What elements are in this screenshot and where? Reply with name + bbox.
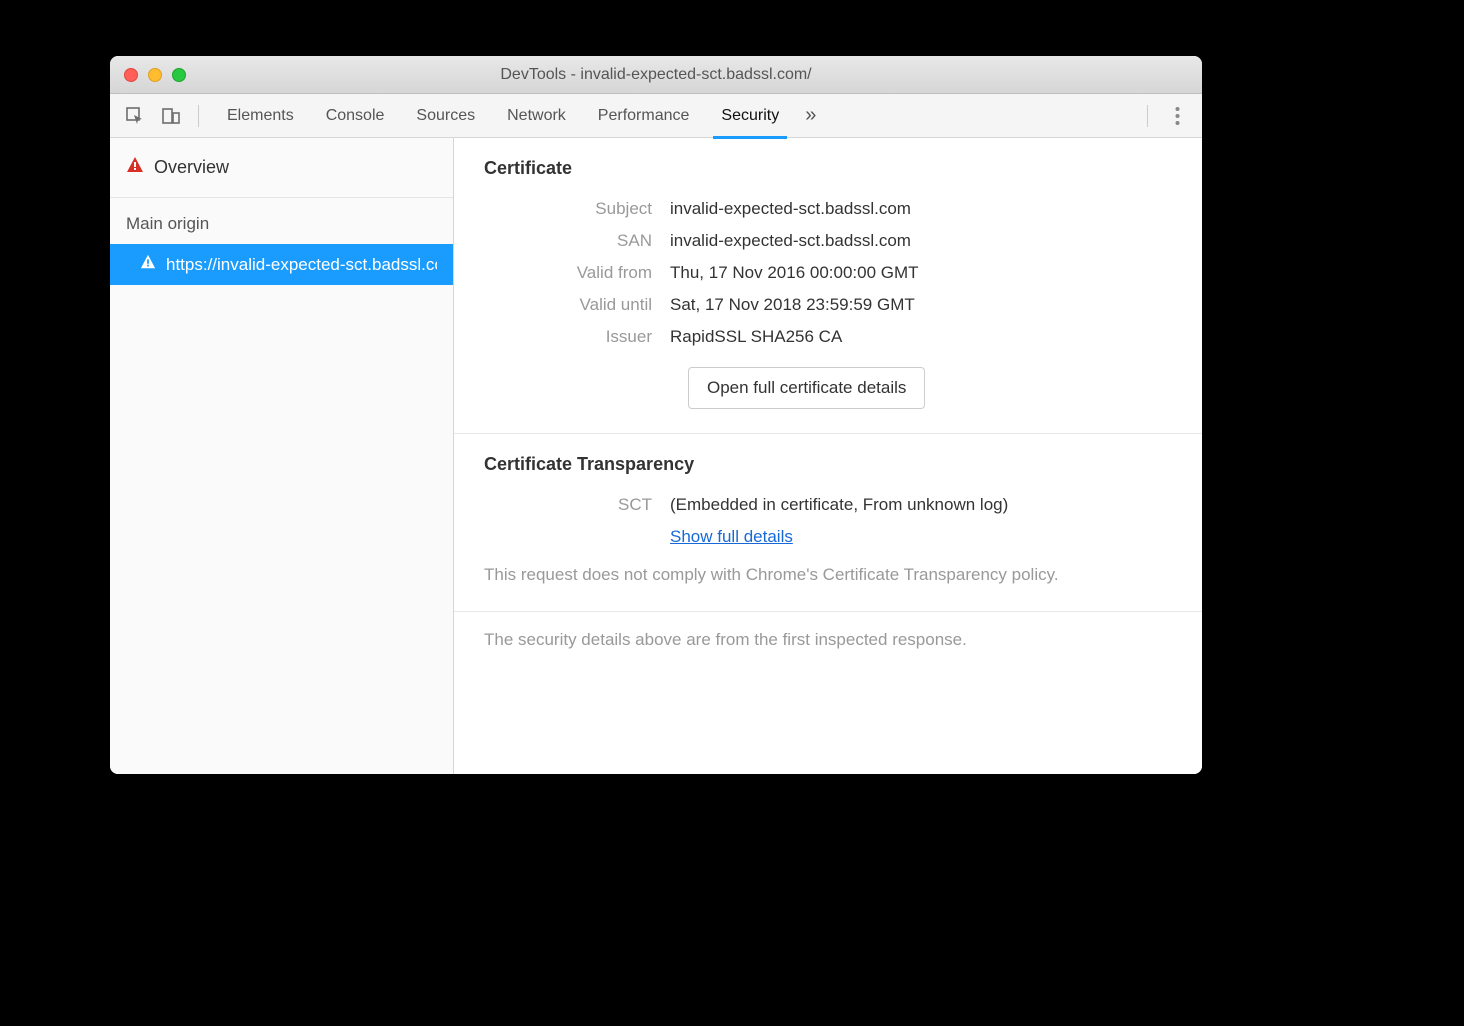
cert-validuntil-label: Valid until <box>484 295 670 315</box>
devtools-toolbar: Elements Console Sources Network Perform… <box>110 94 1202 138</box>
tabs-overflow-icon[interactable]: » <box>795 94 826 138</box>
warning-triangle-icon <box>140 254 156 275</box>
toolbar-divider <box>1147 105 1148 127</box>
ct-sct-label: SCT <box>484 495 670 515</box>
open-certificate-button[interactable]: Open full certificate details <box>688 367 925 409</box>
warning-triangle-icon <box>126 156 144 179</box>
cert-issuer-value: RapidSSL SHA256 CA <box>670 327 1172 347</box>
sidebar-origin-item[interactable]: https://invalid-expected-sct.badssl.com <box>110 244 453 285</box>
devtools-window: DevTools - invalid-expected-sct.badssl.c… <box>110 56 1202 774</box>
cert-validfrom-row: Valid from Thu, 17 Nov 2016 00:00:00 GMT <box>484 257 1172 289</box>
toolbar-divider <box>198 105 199 127</box>
ct-heading: Certificate Transparency <box>484 454 1172 475</box>
zoom-window-button[interactable] <box>172 68 186 82</box>
cert-issuer-row: Issuer RapidSSL SHA256 CA <box>484 321 1172 353</box>
cert-validfrom-label: Valid from <box>484 263 670 283</box>
cert-san-label: SAN <box>484 231 670 251</box>
settings-menu-icon[interactable] <box>1162 101 1192 131</box>
security-details: Certificate Subject invalid-expected-sct… <box>454 138 1202 774</box>
inspect-element-icon[interactable] <box>120 101 150 131</box>
origin-url: https://invalid-expected-sct.badssl.com <box>166 255 437 275</box>
cert-subject-row: Subject invalid-expected-sct.badssl.com <box>484 193 1172 225</box>
cert-issuer-label: Issuer <box>484 327 670 347</box>
tab-performance[interactable]: Performance <box>582 94 706 138</box>
window-titlebar: DevTools - invalid-expected-sct.badssl.c… <box>110 56 1202 94</box>
tab-security[interactable]: Security <box>705 94 795 138</box>
traffic-lights <box>110 68 186 82</box>
cert-san-row: SAN invalid-expected-sct.badssl.com <box>484 225 1172 257</box>
certificate-section: Certificate Subject invalid-expected-sct… <box>454 138 1202 434</box>
ct-compliance-note: This request does not comply with Chrome… <box>484 563 1172 587</box>
main-origin-heading: Main origin <box>110 198 453 244</box>
tab-network[interactable]: Network <box>491 94 582 138</box>
close-window-button[interactable] <box>124 68 138 82</box>
tab-console[interactable]: Console <box>310 94 401 138</box>
panel-body: Overview Main origin https://invalid-exp… <box>110 138 1202 774</box>
cert-san-value: invalid-expected-sct.badssl.com <box>670 231 1172 251</box>
ct-sct-value: (Embedded in certificate, From unknown l… <box>670 495 1172 515</box>
cert-subject-value: invalid-expected-sct.badssl.com <box>670 199 1172 219</box>
toggle-device-toolbar-icon[interactable] <box>156 101 186 131</box>
minimize-window-button[interactable] <box>148 68 162 82</box>
overview-label: Overview <box>154 157 229 178</box>
footer-note: The security details above are from the … <box>454 612 1202 668</box>
cert-validuntil-value: Sat, 17 Nov 2018 23:59:59 GMT <box>670 295 1172 315</box>
ct-showlink-row: Show full details <box>484 521 1172 553</box>
cert-validfrom-value: Thu, 17 Nov 2016 00:00:00 GMT <box>670 263 1172 283</box>
tab-sources[interactable]: Sources <box>400 94 491 138</box>
show-full-details-link[interactable]: Show full details <box>670 527 793 546</box>
window-title: DevTools - invalid-expected-sct.badssl.c… <box>110 66 1202 84</box>
tab-elements[interactable]: Elements <box>211 94 310 138</box>
panel-tabs: Elements Console Sources Network Perform… <box>211 94 826 138</box>
cert-subject-label: Subject <box>484 199 670 219</box>
security-sidebar: Overview Main origin https://invalid-exp… <box>110 138 454 774</box>
certificate-transparency-section: Certificate Transparency SCT (Embedded i… <box>454 434 1202 612</box>
cert-validuntil-row: Valid until Sat, 17 Nov 2018 23:59:59 GM… <box>484 289 1172 321</box>
sidebar-overview-item[interactable]: Overview <box>110 138 453 197</box>
ct-sct-row: SCT (Embedded in certificate, From unkno… <box>484 489 1172 521</box>
certificate-heading: Certificate <box>484 158 1172 179</box>
